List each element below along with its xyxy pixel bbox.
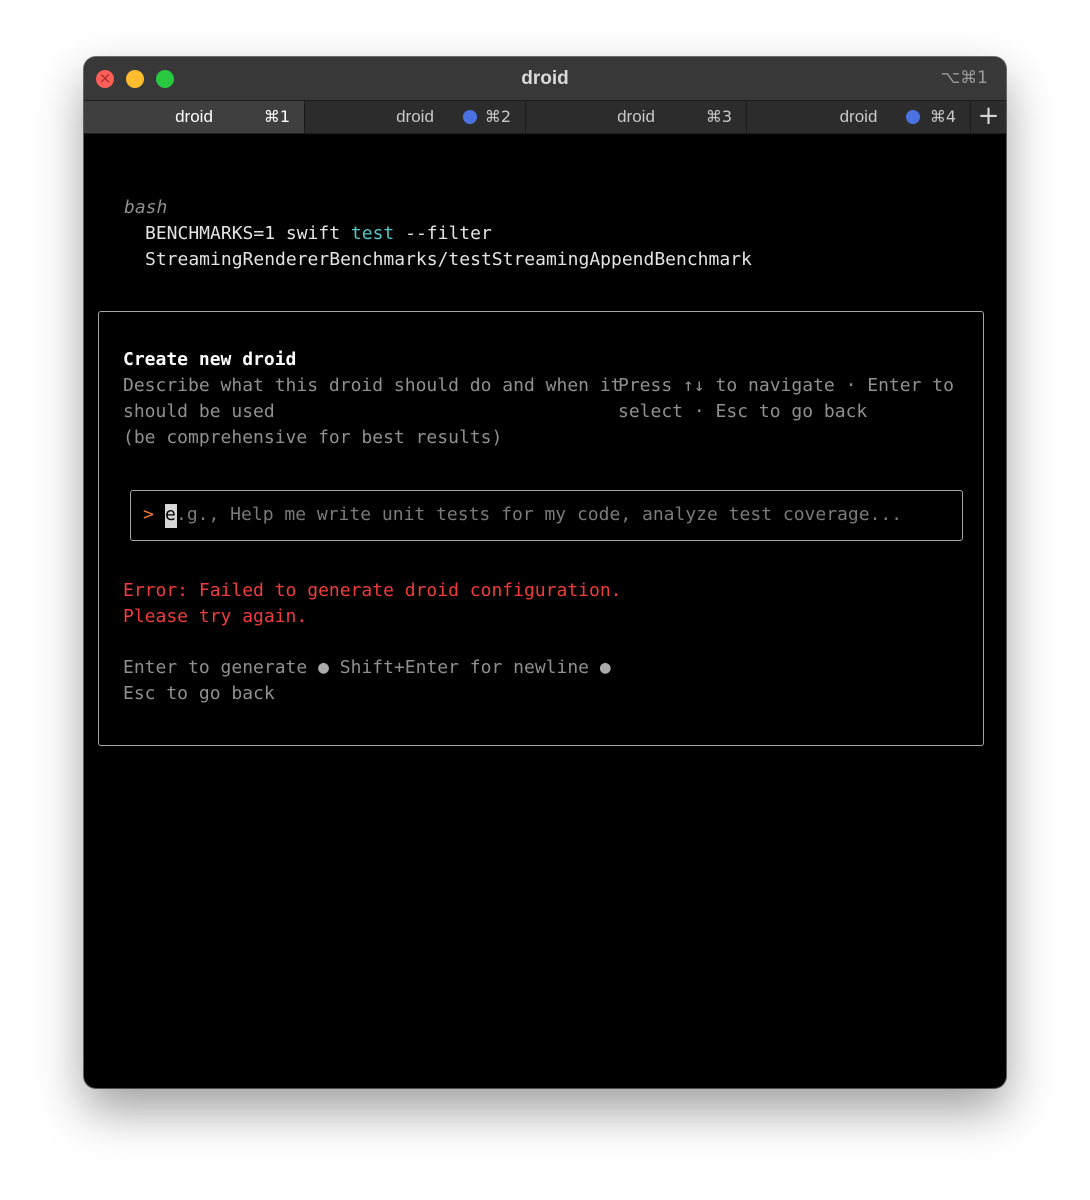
error-line: Error: Failed to generate droid configur… (123, 580, 622, 601)
shell-label: bash (124, 197, 168, 218)
tab-1[interactable]: droid ⌘1 (84, 101, 305, 133)
tab-shortcut: ⌘1 (263, 107, 290, 126)
tab-4[interactable]: droid ⌘4 (747, 101, 971, 133)
bullet-icon: ● (318, 657, 329, 678)
error-message: Error: Failed to generate droid configur… (123, 578, 622, 630)
window-shortcut: ⌥⌘1 (940, 68, 988, 88)
help-newline: Shift+Enter for newline (339, 657, 590, 678)
tab-2[interactable]: droid ⌘2 (305, 101, 526, 133)
activity-dot-icon (463, 110, 477, 124)
tab-bar: droid ⌘1 droid ⌘2 droid ⌘3 droid ⌘4 + (84, 100, 1006, 134)
prompt-icon: > (143, 504, 154, 525)
cursor-character: e (165, 504, 176, 525)
dialog-title: Create new droid (123, 349, 297, 370)
terminal-window: droid ⌥⌘1 droid ⌘1 droid ⌘2 droid ⌘3 dro… (84, 57, 1006, 1088)
command-line-1: BENCHMARKS=1 swift test --filter (145, 221, 492, 247)
bullet-icon: ● (599, 657, 611, 678)
tab-shortcut: ⌘2 (484, 107, 511, 126)
command-text: BENCHMARKS=1 swift (145, 223, 351, 244)
input-placeholder: .g., Help me write unit tests for my cod… (176, 504, 903, 525)
tab-3[interactable]: droid ⌘3 (526, 101, 747, 133)
command-line-2: StreamingRendererBenchmarks/testStreamin… (145, 249, 752, 270)
activity-dot-icon (906, 110, 920, 124)
title-bar[interactable]: droid ⌥⌘1 (84, 57, 1006, 100)
create-droid-dialog: Create new droid Describe what this droi… (98, 311, 984, 746)
command-keyword: test (350, 223, 395, 244)
description-line: Describe what this droid should do and w… (123, 375, 622, 396)
help-back: Esc to go back (123, 683, 275, 704)
help-generate: Enter to generate (123, 657, 308, 678)
error-line: Please try again. (123, 606, 308, 627)
new-tab-button[interactable]: + (971, 101, 1006, 133)
command-text: --filter (394, 223, 492, 244)
hint-line: Press ↑↓ to navigate · Enter to (618, 375, 954, 396)
terminal-content[interactable]: bash BENCHMARKS=1 swift test --filter St… (84, 134, 1006, 1088)
droid-description-input[interactable]: > e .g., Help me write unit tests for my… (130, 490, 963, 541)
tab-shortcut: ⌘3 (705, 107, 732, 126)
tab-shortcut: ⌘4 (929, 107, 956, 126)
hint-line: select · Esc to go back (618, 401, 868, 422)
description-line: (be comprehensive for best results) (123, 427, 503, 448)
dialog-description: Describe what this droid should do and w… (123, 373, 622, 451)
keyboard-help: Enter to generate ● Shift+Enter for newl… (123, 655, 611, 707)
window-title: droid (521, 68, 569, 89)
navigation-hint: Press ↑↓ to navigate · Enter to select ·… (618, 373, 954, 425)
description-line: should be used (123, 401, 275, 422)
